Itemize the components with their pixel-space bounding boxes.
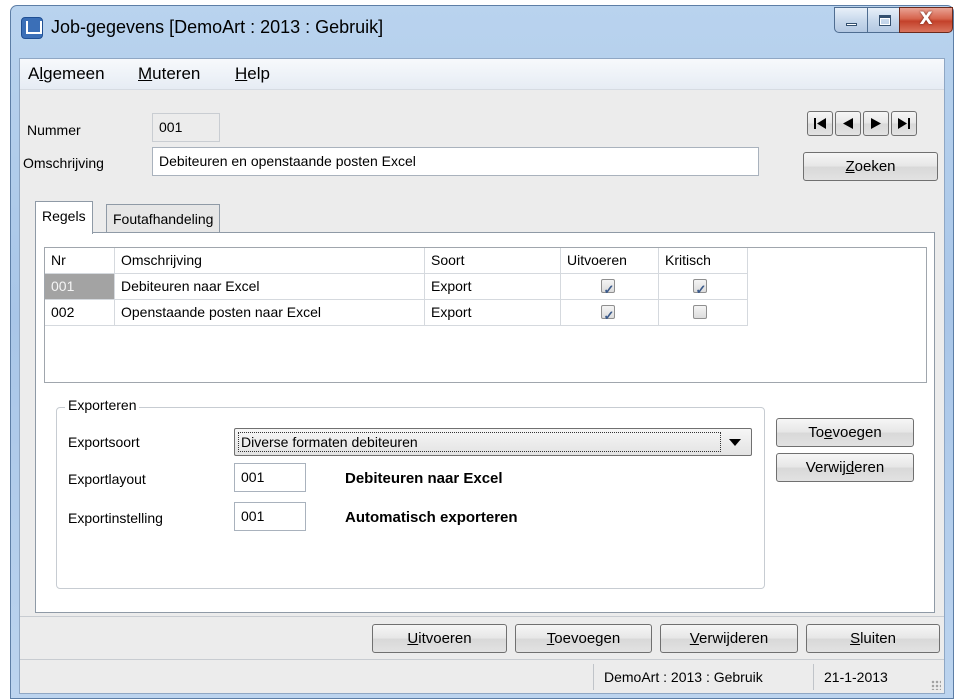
menu-help-label: elp: [247, 64, 270, 83]
export-toevoegen-label-rest: voegen: [832, 424, 882, 441]
export-toevoegen-label: To: [808, 424, 825, 441]
grid-header-soort[interactable]: Soort: [425, 248, 561, 274]
minimize-icon: [846, 23, 857, 26]
exportlayout-description: Debiteuren naar Excel: [345, 470, 503, 487]
grid-header-uitvoeren[interactable]: Uitvoeren: [561, 248, 659, 274]
close-icon: X: [919, 9, 933, 29]
uitvoeren-button[interactable]: Uitvoeren: [372, 624, 507, 653]
footer-separator: [20, 616, 944, 617]
grid-row-1-soort[interactable]: Export: [425, 274, 561, 300]
exporteren-groupbox: Exporteren Exportsoort Diverse formaten …: [56, 397, 765, 589]
exportinstelling-description: Automatisch exporteren: [345, 509, 518, 526]
exportlayout-field[interactable]: 001: [234, 463, 306, 492]
menu-bar: Algemeen Muteren Help: [20, 59, 944, 90]
uitvoeren-label: itvoeren: [418, 630, 472, 647]
menu-muteren-accelerator: M: [138, 64, 153, 83]
minimize-button[interactable]: [834, 7, 868, 33]
exporteren-group-title: Exporteren: [65, 397, 140, 413]
grid-header-omschrijving[interactable]: Omschrijving: [115, 248, 425, 274]
verwijderen-accelerator: V: [689, 630, 699, 647]
zoeken-label-rest: oeken: [854, 158, 896, 175]
grid-row-2-soort[interactable]: Export: [425, 300, 561, 326]
nummer-field[interactable]: 001: [152, 113, 220, 142]
exportlayout-label: Exportlayout: [68, 471, 146, 487]
grid-row-2-uitvoeren-checkbox[interactable]: ✓: [601, 305, 615, 323]
app-icon[interactable]: [21, 17, 43, 39]
first-record-icon: [814, 118, 826, 129]
status-date: 21-1-2013: [824, 669, 888, 685]
export-verwijderen-button[interactable]: Verwijderen: [776, 453, 914, 482]
check-icon: ✓: [603, 282, 615, 297]
status-divider: [813, 664, 814, 690]
chevron-down-icon: [729, 439, 741, 446]
toevoegen-button[interactable]: Toevoegen: [515, 624, 652, 653]
grid-row-2-omschrijving[interactable]: Openstaande posten naar Excel: [115, 300, 425, 326]
exportsoort-label: Exportsoort: [68, 434, 140, 450]
grid-header-kritisch[interactable]: Kritisch: [659, 248, 748, 274]
export-verwijderen-label: Verwij: [805, 459, 846, 476]
tab-regels[interactable]: Regels: [35, 201, 93, 234]
last-record-icon: [898, 118, 910, 129]
grid-row-1-uitvoeren-cell: ✓: [561, 274, 659, 300]
export-verwijderen-accelerator: d: [845, 459, 855, 476]
zoeken-accelerator: Z: [845, 158, 855, 175]
last-record-button[interactable]: [891, 111, 917, 136]
status-context: DemoArt : 2013 : Gebruik: [604, 669, 763, 685]
next-record-icon: [871, 118, 881, 129]
maximize-icon: [879, 15, 891, 26]
previous-record-icon: [843, 118, 853, 129]
exportinstelling-label: Exportinstelling: [68, 510, 163, 526]
menu-algemeen-label-rest: gemeen: [43, 64, 105, 83]
exportsoort-dropdown[interactable]: Diverse formaten debiteuren: [234, 428, 752, 456]
grid-header-nr[interactable]: Nr: [45, 248, 115, 274]
application-window: Job-gegevens [DemoArt : 2013 : Gebruik] …: [10, 5, 954, 699]
menu-algemeen[interactable]: Algemeen: [28, 64, 105, 84]
title-bar[interactable]: Job-gegevens [DemoArt : 2013 : Gebruik] …: [11, 6, 953, 58]
status-divider: [593, 664, 594, 690]
omschrijving-label: Omschrijving: [23, 155, 104, 171]
resize-grip-icon[interactable]: [931, 680, 941, 690]
grid-row-1-omschrijving[interactable]: Debiteuren naar Excel: [115, 274, 425, 300]
status-bar: DemoArt : 2013 : Gebruik 21-1-2013: [20, 659, 944, 693]
grid-row-2-kritisch-cell: [659, 300, 748, 326]
grid-row-1-uitvoeren-checkbox[interactable]: ✓: [601, 279, 615, 297]
menu-muteren[interactable]: Muteren: [138, 64, 200, 84]
uitvoeren-accelerator: U: [407, 630, 419, 647]
exportsoort-selected-value: Diverse formaten debiteuren: [238, 432, 721, 452]
grid-row-2-kritisch-checkbox[interactable]: [693, 305, 707, 319]
menu-help[interactable]: Help: [235, 64, 270, 84]
grid-row-1-kritisch-checkbox[interactable]: ✓: [693, 279, 707, 297]
check-icon: ✓: [695, 282, 707, 297]
regels-grid[interactable]: Nr Omschrijving Soort Uitvoeren Kritisch…: [44, 247, 927, 383]
nummer-label: Nummer: [27, 122, 81, 138]
export-toevoegen-button[interactable]: Toevoegen: [776, 418, 914, 447]
menu-help-accelerator: H: [235, 64, 248, 83]
previous-record-button[interactable]: [835, 111, 861, 136]
sluiten-accelerator: S: [850, 630, 861, 647]
next-record-button[interactable]: [863, 111, 889, 136]
verwijderen-label: erwijderen: [698, 630, 769, 647]
grid-row-2-nr[interactable]: 002: [45, 300, 115, 326]
maximize-button[interactable]: [867, 7, 900, 33]
grid-row-1-kritisch-cell: ✓: [659, 274, 748, 300]
omschrijving-field[interactable]: Debiteuren en openstaande posten Excel: [152, 147, 759, 176]
grid-row-2-uitvoeren-cell: ✓: [561, 300, 659, 326]
grid-row-1-nr[interactable]: 001: [45, 274, 115, 300]
menu-muteren-label: uteren: [152, 64, 201, 83]
verwijderen-button[interactable]: Verwijderen: [660, 624, 798, 653]
window-title: Job-gegevens [DemoArt : 2013 : Gebruik]: [51, 17, 384, 37]
regels-tab-panel: Nr Omschrijving Soort Uitvoeren Kritisch…: [35, 232, 935, 613]
sluiten-button[interactable]: Sluiten: [806, 624, 940, 653]
window-client-area: Algemeen Muteren Help Nummer 001 Omschri…: [19, 58, 945, 694]
first-record-button[interactable]: [807, 111, 833, 136]
toevoegen-label: oevoegen: [554, 630, 621, 647]
menu-algemeen-label: A: [28, 64, 40, 83]
close-button[interactable]: X: [899, 7, 953, 33]
exportinstelling-field[interactable]: 001: [234, 502, 306, 531]
check-icon: ✓: [603, 308, 615, 323]
sluiten-label: luiten: [860, 630, 896, 647]
tab-foutafhandeling[interactable]: Foutafhandeling: [106, 204, 221, 234]
zoeken-button[interactable]: Zoeken: [803, 152, 938, 181]
export-verwijderen-label-rest: eren: [854, 459, 885, 476]
